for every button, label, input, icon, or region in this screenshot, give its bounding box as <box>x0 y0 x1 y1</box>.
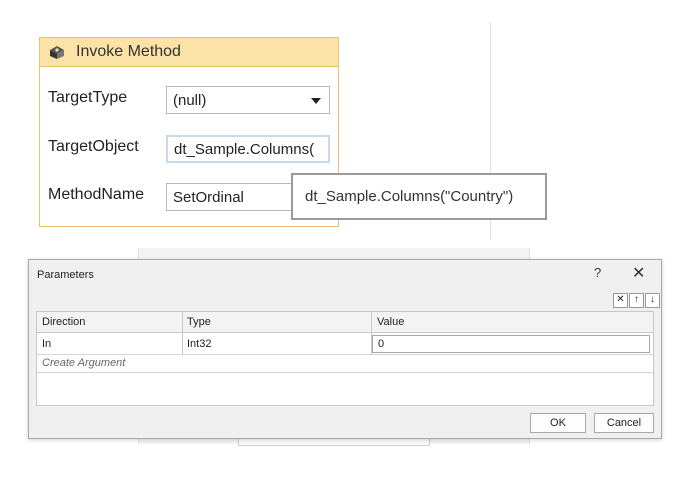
activity-title: Invoke Method <box>76 43 181 60</box>
argument-value: 0 <box>378 338 385 350</box>
method-name-label: MethodName <box>48 186 145 203</box>
help-button[interactable]: ? <box>594 265 601 280</box>
argument-type-cell[interactable]: Int32 <box>182 333 372 354</box>
expression-tooltip: dt_Sample.Columns("Country") <box>291 173 547 220</box>
target-object-row: TargetObject dt_Sample.Columns( <box>48 135 330 163</box>
cancel-button[interactable]: Cancel <box>594 413 654 433</box>
method-name-value: SetOrdinal <box>173 188 244 206</box>
chevron-down-icon <box>311 98 321 104</box>
parameters-dialog: Parameters ? ✕ ✕ ↑ ↓ Direction Type Valu… <box>28 259 662 439</box>
dialog-title: Parameters <box>37 269 94 281</box>
activity-header[interactable]: Invoke Method <box>40 38 338 67</box>
ok-button[interactable]: OK <box>530 413 586 433</box>
invoke-method-icon <box>50 46 64 59</box>
parameters-grid: Direction Type Value In Int32 0 Create A… <box>36 311 654 406</box>
method-name-row: MethodName SetOrdinal <box>48 183 330 211</box>
column-header-value[interactable]: Value <box>372 312 652 332</box>
column-header-direction[interactable]: Direction <box>37 312 182 332</box>
create-argument-link[interactable]: Create Argument <box>42 357 125 369</box>
close-button[interactable]: ✕ <box>632 263 645 283</box>
argument-toolbar: ✕ ↑ ↓ <box>612 293 660 308</box>
delete-argument-button[interactable]: ✕ <box>613 293 628 308</box>
column-header-type[interactable]: Type <box>182 312 372 332</box>
target-type-dropdown[interactable]: (null) <box>166 86 330 114</box>
target-object-label: TargetObject <box>48 138 139 155</box>
target-object-value: dt_Sample.Columns( <box>174 140 315 158</box>
row-divider <box>37 372 653 373</box>
tooltip-text: dt_Sample.Columns("Country") <box>305 188 514 205</box>
row-divider <box>37 354 653 355</box>
move-down-button[interactable]: ↓ <box>645 293 660 308</box>
move-up-button[interactable]: ↑ <box>629 293 644 308</box>
target-type-row: TargetType (null) <box>48 86 330 114</box>
target-object-input[interactable]: dt_Sample.Columns( <box>166 135 330 163</box>
argument-direction-cell[interactable]: In <box>37 333 182 354</box>
target-type-label: TargetType <box>48 89 128 106</box>
target-type-value: (null) <box>173 91 207 109</box>
argument-value-input[interactable]: 0 <box>372 335 650 353</box>
